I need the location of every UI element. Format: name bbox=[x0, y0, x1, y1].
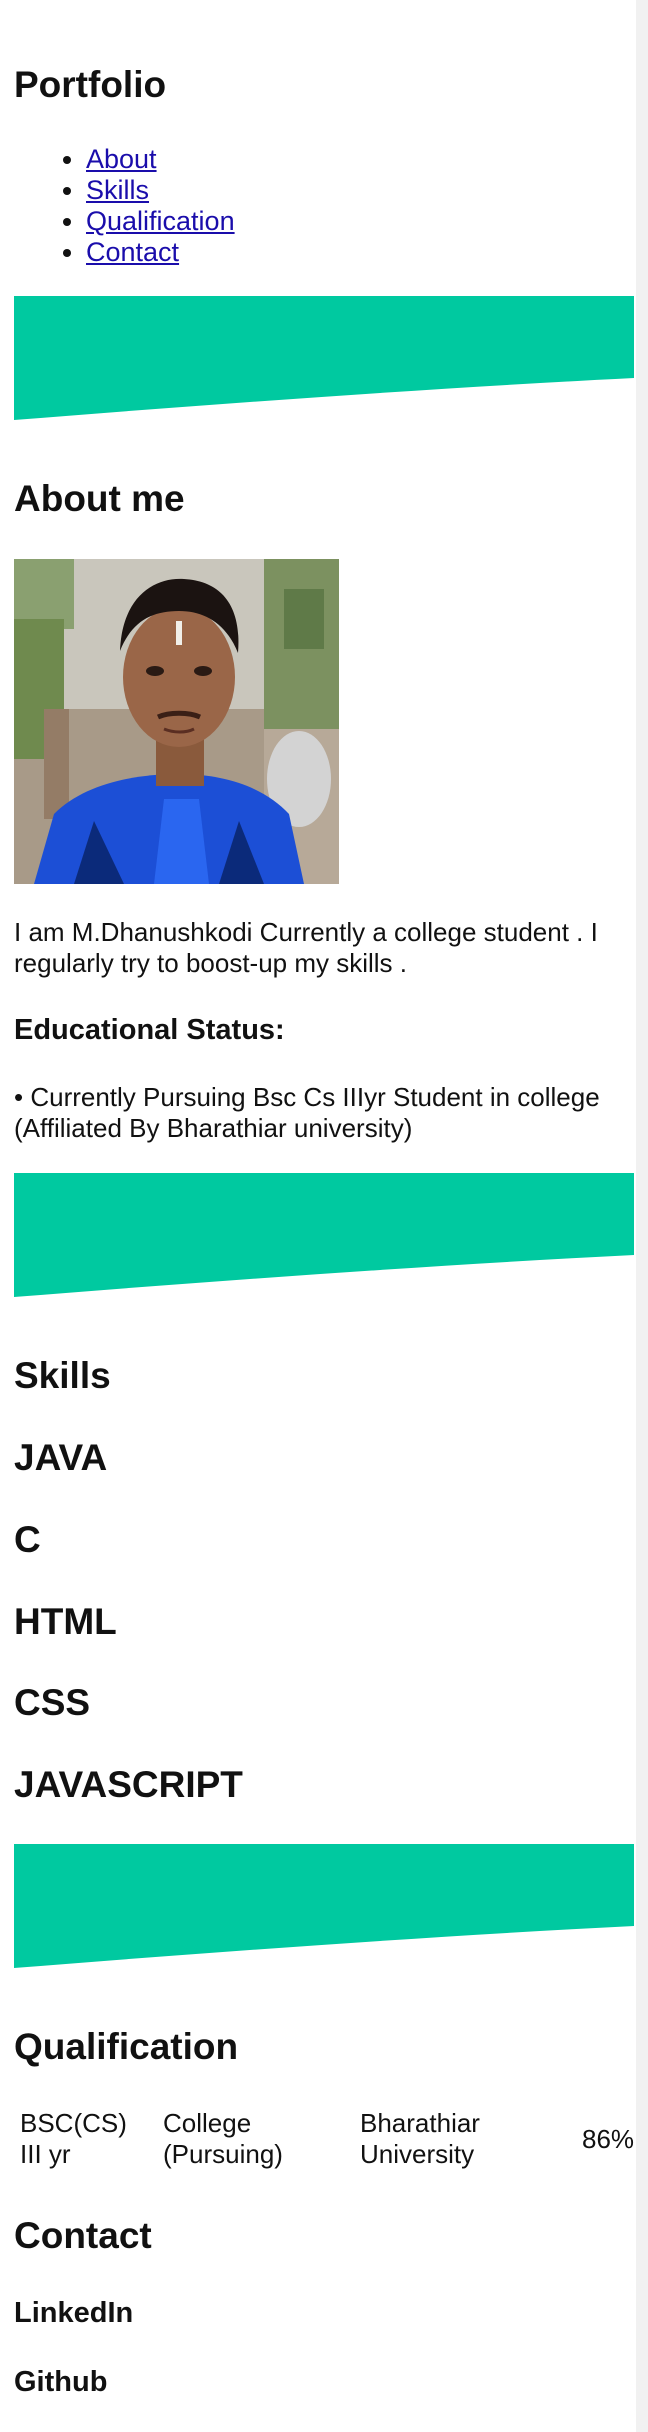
nav-link-qualification[interactable]: Qualification bbox=[86, 206, 235, 236]
table-row: BSC(CS) III yr College (Pursuing) Bharat… bbox=[14, 2108, 640, 2170]
nav-link-about[interactable]: About bbox=[86, 144, 157, 174]
nav-link-skills[interactable]: Skills bbox=[86, 175, 149, 205]
qualification-university: Bharathiar University bbox=[360, 2108, 480, 2169]
qualification-score: 86% bbox=[582, 2123, 635, 2154]
qualification-institution: College (Pursuing) bbox=[163, 2108, 283, 2169]
skill-html: HTML bbox=[14, 1601, 117, 1642]
nav-item-skills: Skills bbox=[86, 175, 235, 206]
profile-photo-image bbox=[14, 559, 339, 884]
wave-divider bbox=[14, 1844, 634, 1968]
wave-divider bbox=[14, 296, 634, 420]
skills-heading: Skills bbox=[14, 1355, 111, 1396]
qualification-table: BSC(CS) III yr College (Pursuing) Bharat… bbox=[14, 2108, 640, 2170]
skill-c: C bbox=[14, 1519, 41, 1560]
page: Portfolio About Skills Qualification Con… bbox=[0, 0, 648, 2432]
nav-menu: About Skills Qualification Contact bbox=[14, 144, 235, 268]
nav-link-contact[interactable]: Contact bbox=[86, 237, 179, 267]
about-heading: About me bbox=[14, 478, 185, 519]
nav-item-contact: Contact bbox=[86, 237, 235, 268]
scrollbar[interactable] bbox=[636, 0, 648, 2432]
skill-css: CSS bbox=[14, 1682, 91, 1723]
wave-divider bbox=[14, 1173, 634, 1297]
nav-item-qualification: Qualification bbox=[86, 206, 235, 237]
contact-github[interactable]: Github bbox=[14, 2364, 107, 2400]
skill-javascript: JAVASCRIPT bbox=[14, 1764, 243, 1805]
qualification-degree: BSC(CS) III yr bbox=[20, 2108, 127, 2169]
contact-heading: Contact bbox=[14, 2215, 152, 2256]
profile-photo bbox=[14, 559, 339, 884]
contact-linkedin[interactable]: LinkedIn bbox=[14, 2295, 133, 2331]
education-heading: Educational Status: bbox=[14, 1014, 285, 1046]
site-title: Portfolio bbox=[14, 64, 167, 105]
about-intro: I am M.Dhanushkodi Currently a college s… bbox=[14, 917, 598, 978]
education-text: • Currently Pursuing Bsc Cs IIIyr Studen… bbox=[14, 1082, 600, 1143]
skill-java: JAVA bbox=[14, 1437, 108, 1478]
nav-item-about: About bbox=[86, 144, 235, 175]
qualification-heading: Qualification bbox=[14, 2026, 239, 2067]
